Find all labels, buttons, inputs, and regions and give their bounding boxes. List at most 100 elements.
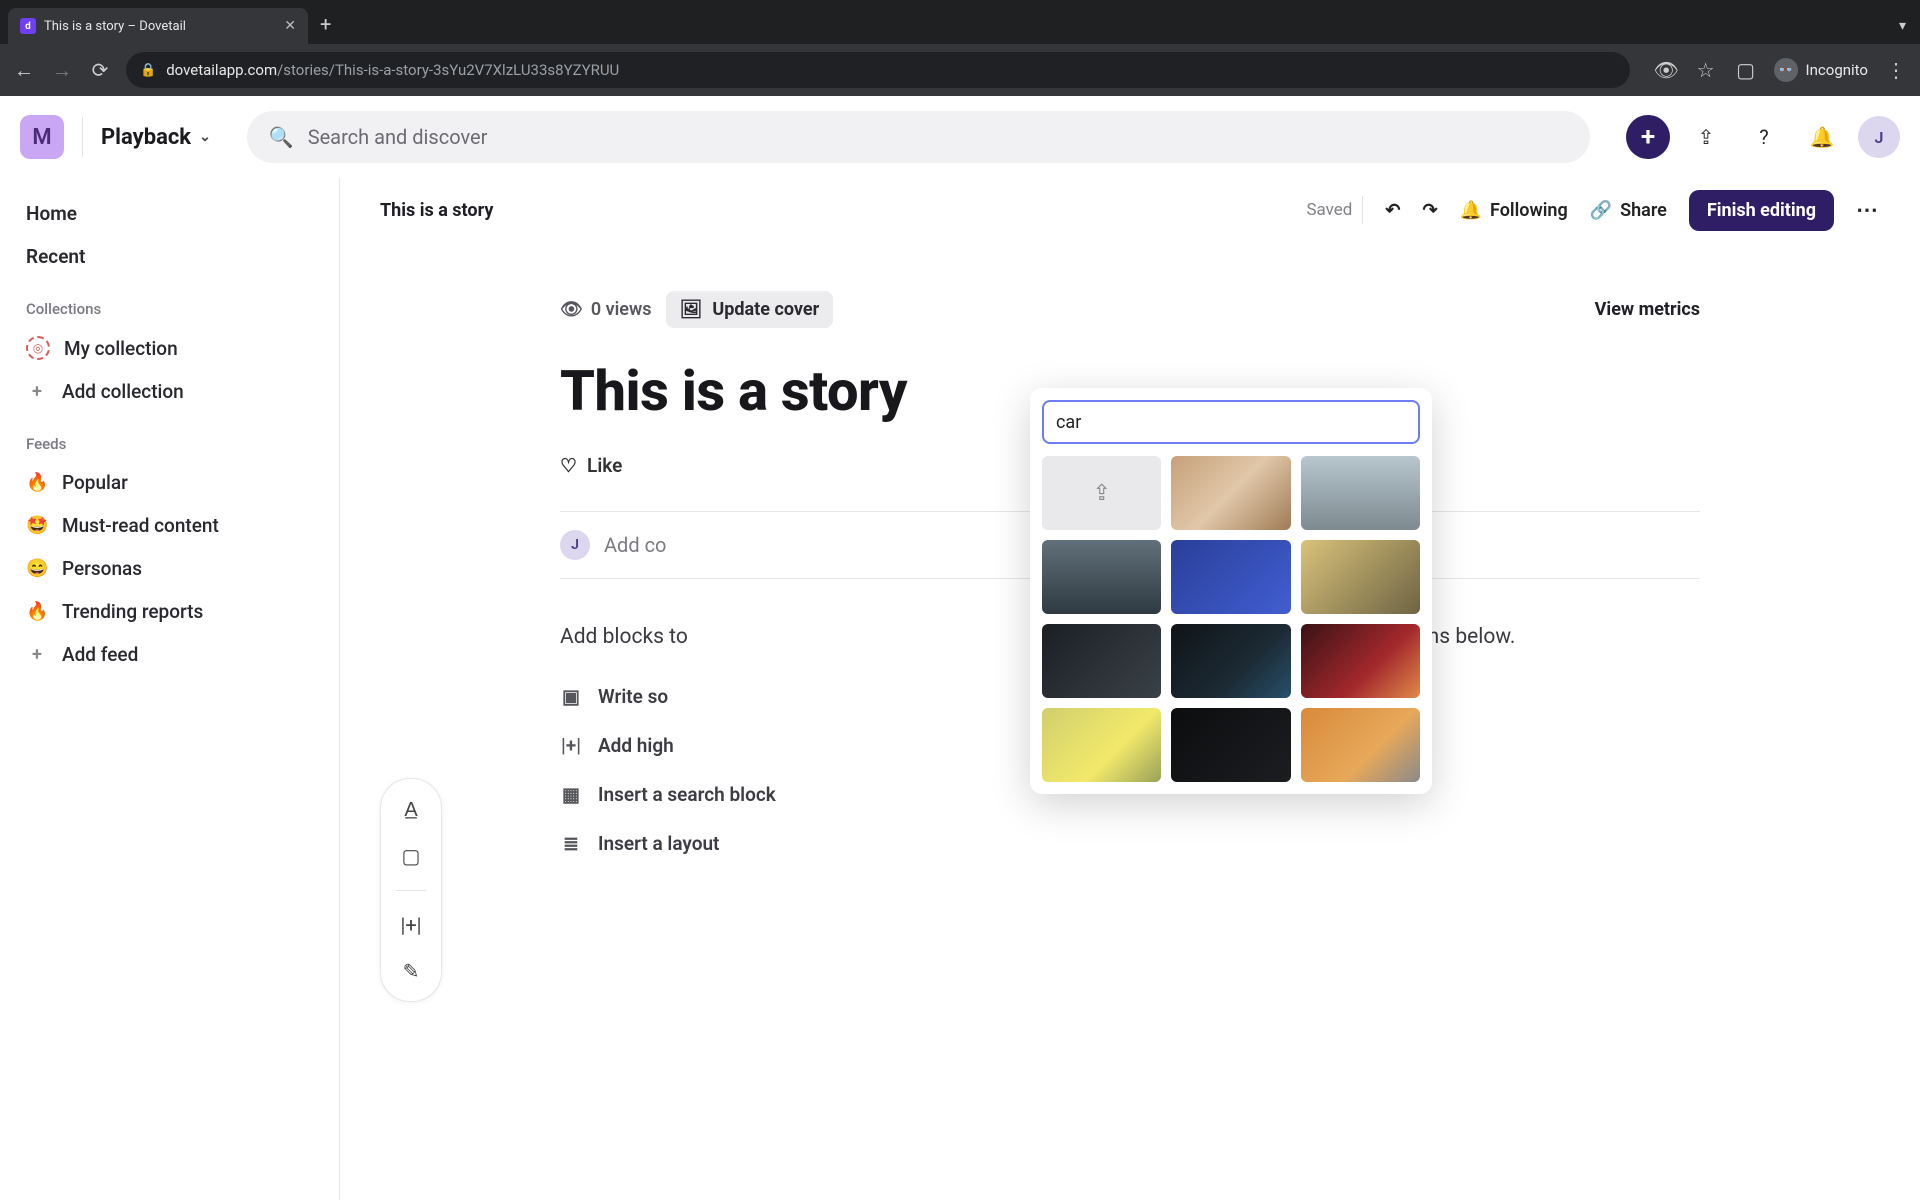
global-search[interactable]: 🔍 Search and discover xyxy=(247,111,1590,163)
views-count[interactable]: 👁 0 views xyxy=(560,299,652,320)
sidebar-item-label: Popular xyxy=(62,471,128,494)
reload-button[interactable]: ⟳ xyxy=(88,58,112,82)
undo-button[interactable]: ↶ xyxy=(1385,200,1400,221)
rail-text-button[interactable]: A̲ xyxy=(404,797,417,822)
image-icon: 🖼 xyxy=(680,299,703,320)
sidebar-item-feed-mustread[interactable]: 🤩 Must-read content xyxy=(14,504,325,547)
sidebar-item-label: My collection xyxy=(64,337,178,360)
nav-back-button[interactable]: ← xyxy=(12,58,36,83)
search-block-icon: ▦ xyxy=(560,783,582,806)
cover-thumb[interactable] xyxy=(1301,456,1420,530)
browser-menu-button[interactable]: ⋮ xyxy=(1884,58,1908,82)
divider xyxy=(396,890,426,891)
favicon-icon: d xyxy=(20,18,36,34)
cover-search-input[interactable] xyxy=(1042,400,1420,444)
cover-thumb-grid: ⇪ xyxy=(1042,456,1420,782)
cover-thumb[interactable] xyxy=(1301,540,1420,614)
finish-editing-button[interactable]: Finish editing xyxy=(1689,190,1834,231)
following-button[interactable]: 🔔 Following xyxy=(1460,200,1568,221)
url-host: dovetailapp.com xyxy=(166,61,277,79)
rail-highlight-button[interactable]: |+| xyxy=(400,913,421,937)
cover-thumb[interactable] xyxy=(1301,624,1420,698)
share-button[interactable]: 🔗 Share xyxy=(1590,200,1667,221)
cover-thumb[interactable] xyxy=(1042,540,1161,614)
url-path: /stories/This-is-a-story-3sYu2V7XlzLU33s… xyxy=(277,61,619,79)
text-block-icon: ▣ xyxy=(560,685,582,708)
update-cover-label: Update cover xyxy=(712,299,819,320)
panel-icon[interactable]: ▢ xyxy=(1734,58,1758,82)
chevron-down-icon: ⌄ xyxy=(199,129,211,145)
sidebar-item-label: Home xyxy=(26,202,77,225)
search-placeholder: Search and discover xyxy=(308,125,488,149)
user-avatar[interactable]: J xyxy=(1858,116,1900,158)
sidebar-item-label: Recent xyxy=(26,245,85,268)
sidebar-add-feed[interactable]: + Add feed xyxy=(14,633,325,676)
like-label: Like xyxy=(587,454,622,477)
view-metrics-button[interactable]: View metrics xyxy=(1595,299,1700,320)
sidebar: Home Recent Collections ◎ My collection … xyxy=(0,178,340,1200)
sidebar-item-recent[interactable]: Recent xyxy=(14,235,325,278)
cover-thumb[interactable] xyxy=(1042,708,1161,782)
create-button[interactable]: + xyxy=(1626,115,1670,159)
cover-thumb[interactable] xyxy=(1301,708,1420,782)
cover-thumb[interactable] xyxy=(1171,540,1290,614)
notifications-button[interactable]: 🔔 xyxy=(1800,115,1844,159)
emoji-icon: 😄 xyxy=(26,558,48,579)
rail-link-button[interactable]: ✎ xyxy=(403,959,420,983)
rail-note-button[interactable]: ▢ xyxy=(402,844,421,868)
more-button[interactable]: ⋯ xyxy=(1856,198,1880,223)
help-button[interactable]: ? xyxy=(1742,115,1786,159)
doc-header: This is a story Saved ↶ ↷ 🔔 Following 🔗 … xyxy=(380,178,1880,242)
close-icon[interactable]: ✕ xyxy=(284,18,296,34)
emoji-icon: 🔥 xyxy=(26,601,48,622)
new-tab-button[interactable]: + xyxy=(320,12,331,36)
cover-thumb[interactable] xyxy=(1171,456,1290,530)
breadcrumb-title[interactable]: This is a story xyxy=(380,200,493,221)
cover-thumb[interactable] xyxy=(1171,708,1290,782)
sidebar-item-feed-trending[interactable]: 🔥 Trending reports xyxy=(14,590,325,633)
incognito-label: Incognito xyxy=(1806,61,1868,79)
tracking-off-icon[interactable]: 👁 xyxy=(1654,58,1678,82)
option-label: Insert a layout xyxy=(598,832,719,855)
bookmark-icon[interactable]: ☆ xyxy=(1694,58,1718,82)
sidebar-item-label: Personas xyxy=(62,557,142,580)
incognito-badge[interactable]: 👓 Incognito xyxy=(1774,58,1868,82)
cover-picker-popover: ⇪ xyxy=(1030,388,1432,794)
cover-thumb[interactable] xyxy=(1042,624,1161,698)
address-bar[interactable]: 🔒 dovetailapp.com/stories/This-is-a-stor… xyxy=(126,52,1630,88)
workspace-avatar[interactable]: M xyxy=(20,115,64,159)
nav-forward-button[interactable]: → xyxy=(50,58,74,83)
share-icon: 🔗 xyxy=(1590,200,1612,221)
saved-status: Saved xyxy=(1306,196,1363,224)
avatar: J xyxy=(560,530,590,560)
sidebar-item-label: Add feed xyxy=(62,643,138,666)
browser-tab[interactable]: d This is a story – Dovetail ✕ xyxy=(8,8,308,44)
window-caret-icon[interactable]: ▾ xyxy=(1899,18,1906,34)
sidebar-item-home[interactable]: Home xyxy=(14,192,325,235)
search-icon: 🔍 xyxy=(269,125,294,149)
redo-button[interactable]: ↷ xyxy=(1423,200,1438,221)
tab-title: This is a story – Dovetail xyxy=(44,19,276,34)
main-content: This is a story Saved ↶ ↷ 🔔 Following 🔗 … xyxy=(340,178,1920,1200)
sidebar-add-collection[interactable]: + Add collection xyxy=(14,370,325,413)
sidebar-item-collection[interactable]: ◎ My collection xyxy=(14,326,325,370)
block-tool-rail: A̲ ▢ |+| ✎ xyxy=(380,778,442,1002)
comment-placeholder: Add co xyxy=(604,533,666,557)
upload-cover-button[interactable]: ⇪ xyxy=(1042,456,1161,530)
update-cover-button[interactable]: 🖼 Update cover xyxy=(666,291,834,328)
option-layout[interactable]: ≣ Insert a layout xyxy=(560,832,1700,855)
divider xyxy=(82,117,83,157)
browser-toolbar: ← → ⟳ 🔒 dovetailapp.com/stories/This-is-… xyxy=(0,44,1920,96)
import-button[interactable]: ⇪ xyxy=(1684,115,1728,159)
following-label: Following xyxy=(1490,200,1568,221)
sidebar-item-feed-personas[interactable]: 😄 Personas xyxy=(14,547,325,590)
eye-icon: 👁 xyxy=(560,299,583,320)
sidebar-item-label: Add collection xyxy=(62,380,184,403)
sidebar-item-label: Trending reports xyxy=(62,600,203,623)
workspace-switcher[interactable]: Playback ⌄ xyxy=(101,125,211,150)
option-label: Insert a search block xyxy=(598,783,776,806)
highlight-icon: |+| xyxy=(560,734,582,757)
sidebar-item-feed-popular[interactable]: 🔥 Popular xyxy=(14,461,325,504)
cover-thumb[interactable] xyxy=(1171,624,1290,698)
share-label: Share xyxy=(1620,200,1667,221)
